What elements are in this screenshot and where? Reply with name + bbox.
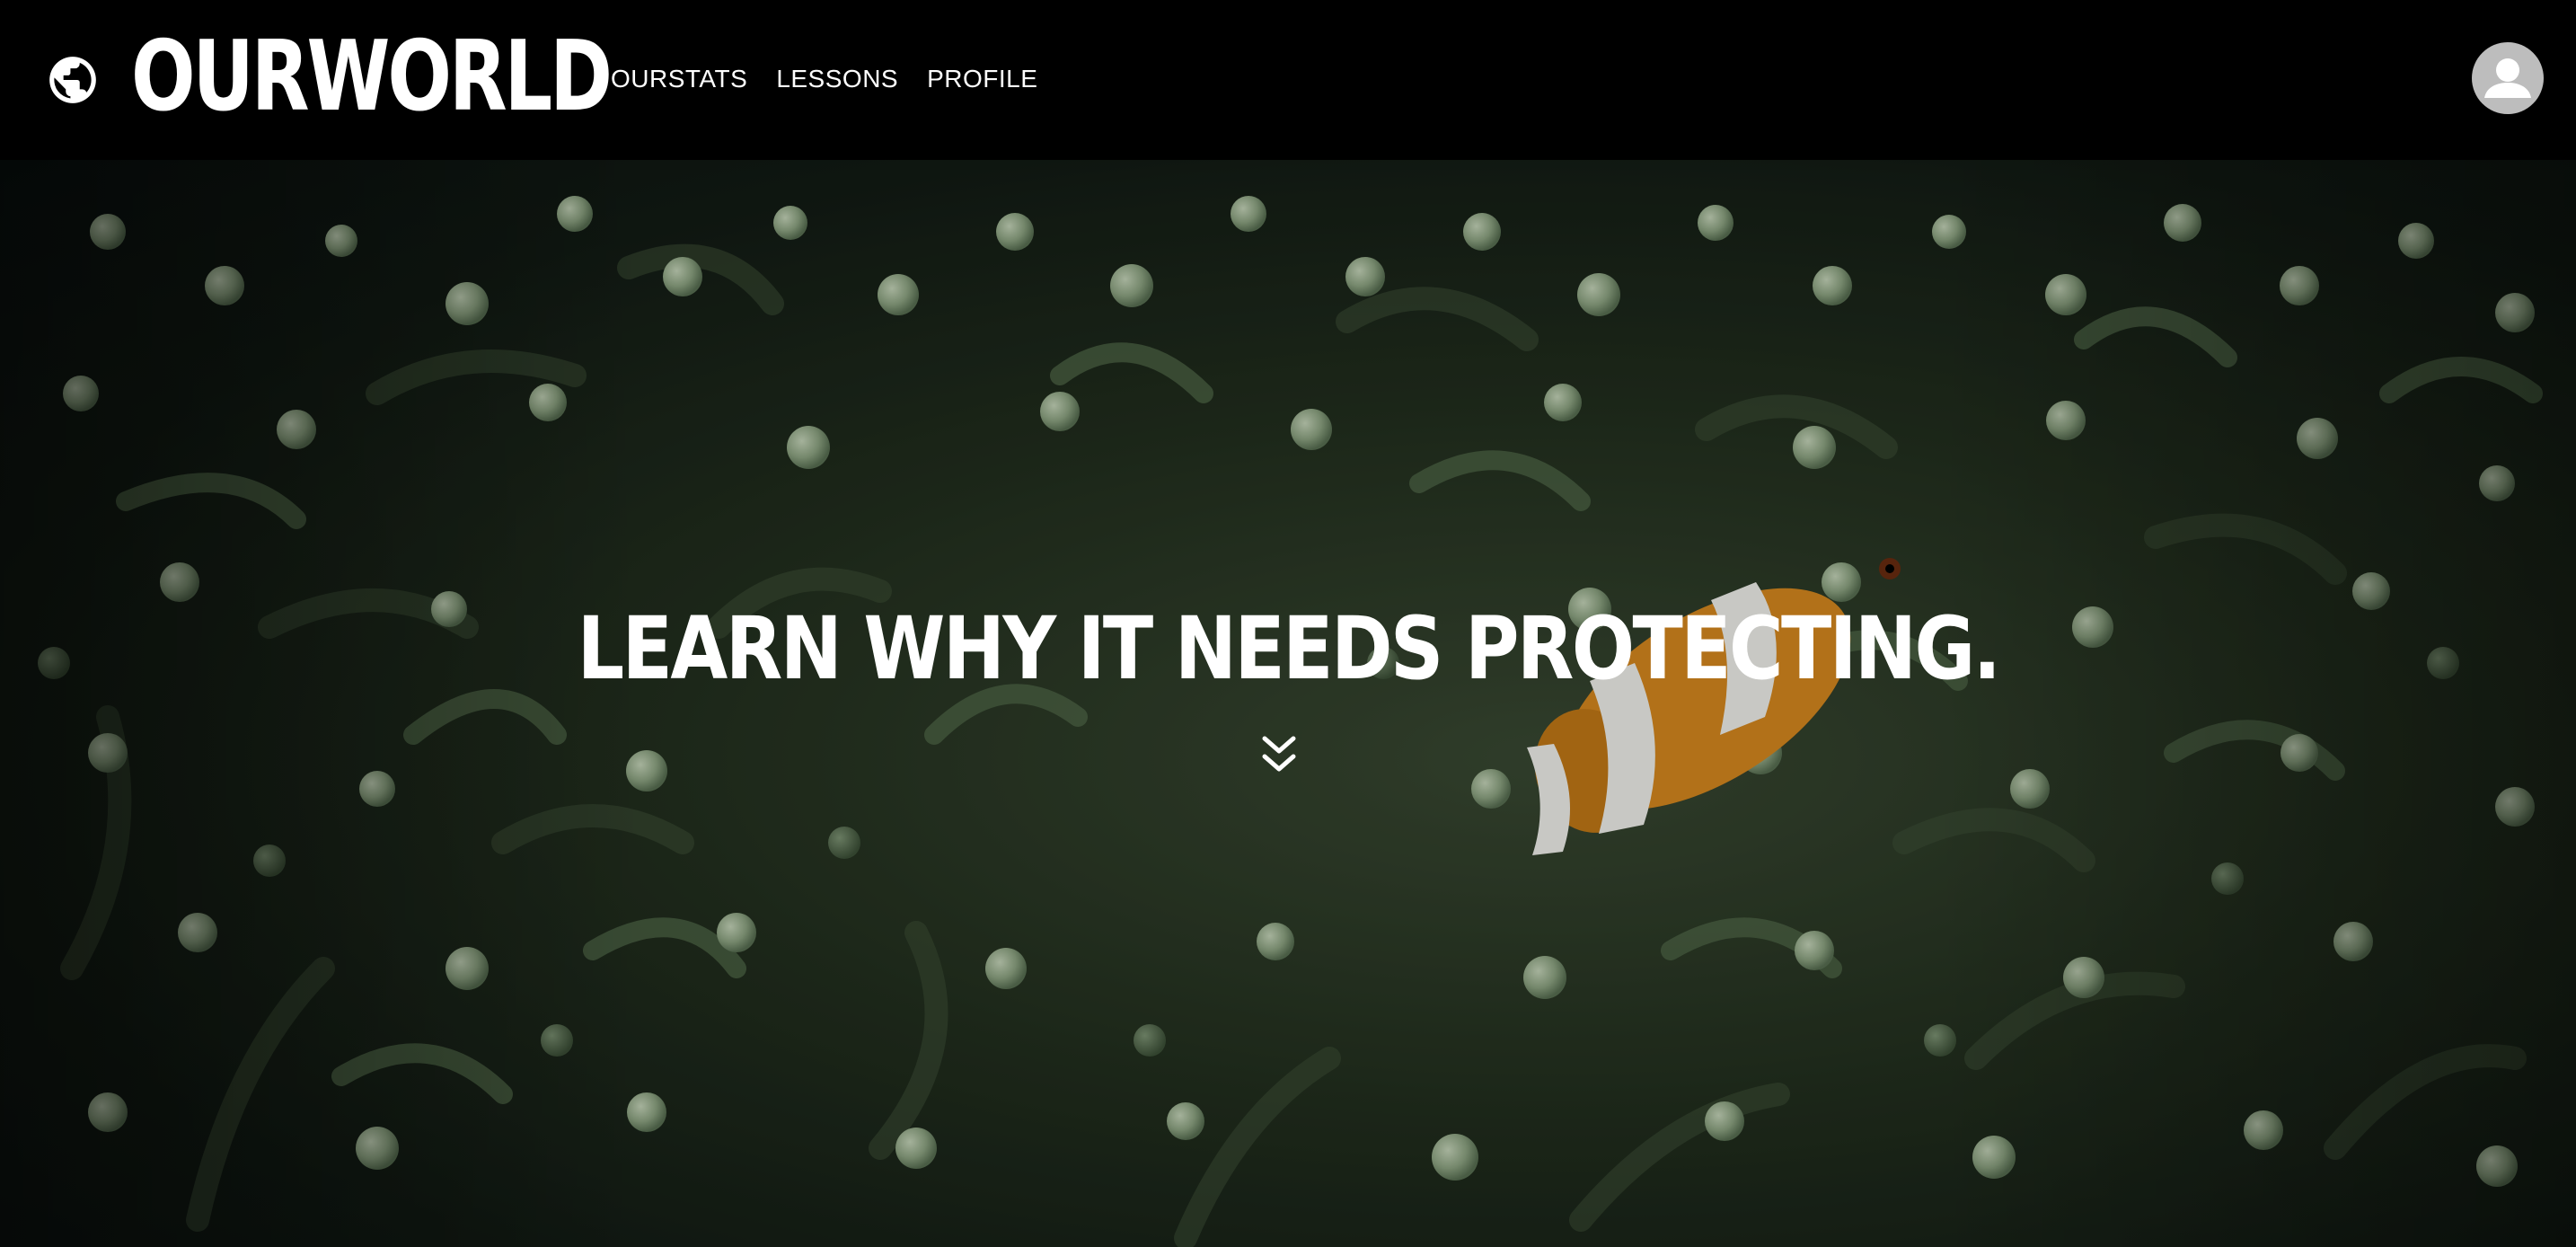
nav-link-lessons[interactable]: LESSONS: [776, 61, 898, 97]
hero-headline: LEARN WHY IT NEEDS PROTECTING.: [577, 598, 2001, 700]
hero-section: LEARN WHY IT NEEDS PROTECTING.: [0, 160, 2576, 1247]
globe-icon[interactable]: [45, 52, 101, 108]
nav-link-profile[interactable]: PROFILE: [927, 61, 1037, 97]
brand-logo[interactable]: OURWORLD: [131, 23, 613, 131]
double-chevron-down-icon[interactable]: [1259, 733, 1299, 776]
hero-dim-overlay: [0, 160, 2576, 1247]
user-icon: [2484, 58, 2531, 98]
nav-link-ourstats[interactable]: OURSTATS: [611, 61, 747, 97]
main-nav: OURSTATS LESSONS PROFILE: [611, 61, 1037, 97]
user-avatar-button[interactable]: [2472, 42, 2544, 114]
top-navbar: OURWORLD OURSTATS LESSONS PROFILE: [0, 0, 2576, 160]
